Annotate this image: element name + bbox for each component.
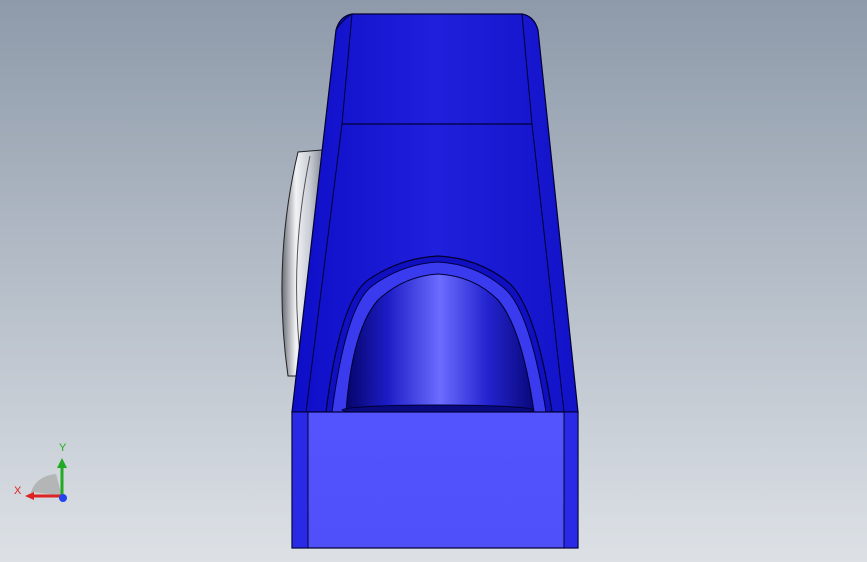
- triad-graphic: [25, 458, 67, 502]
- graphics-viewport[interactable]: X Y: [0, 0, 867, 562]
- housing-base: [291, 411, 579, 549]
- x-axis-label: X: [14, 485, 22, 497]
- 3d-model[interactable]: [0, 0, 867, 562]
- coordinate-triad: X Y: [10, 440, 80, 510]
- y-axis-label: Y: [59, 442, 67, 454]
